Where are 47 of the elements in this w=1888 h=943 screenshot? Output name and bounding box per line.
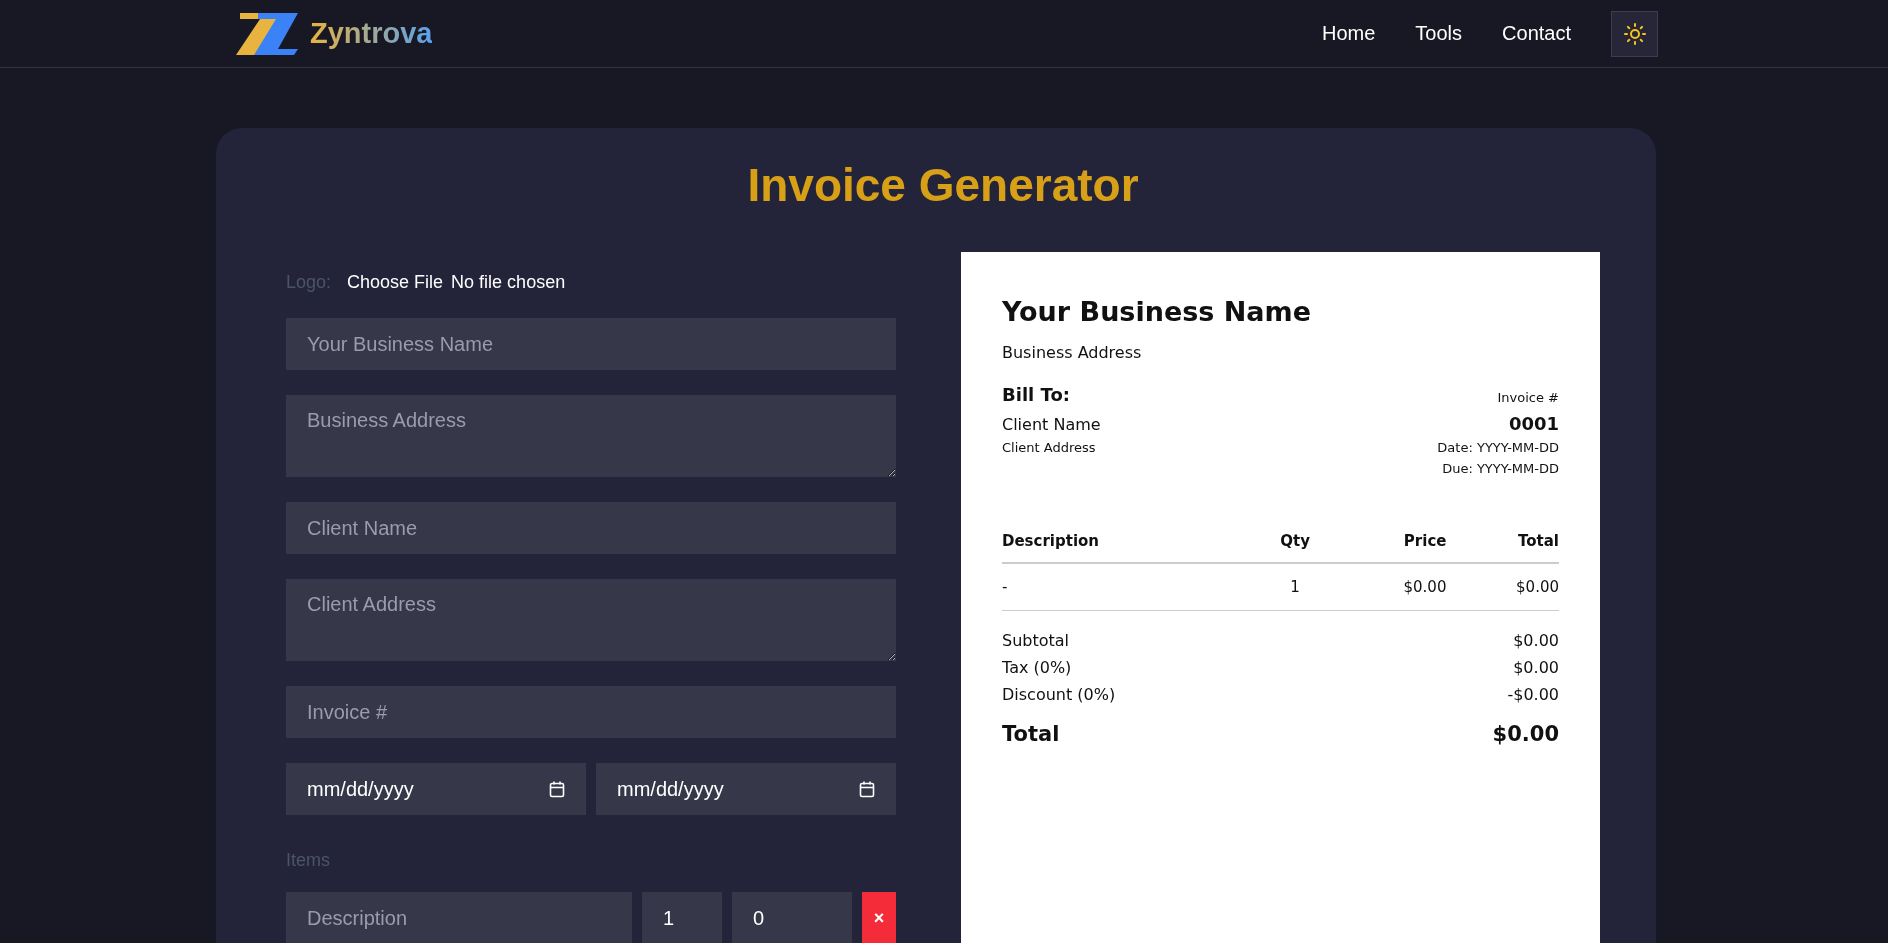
- summary-label: Tax (0%): [1002, 658, 1072, 677]
- invoice-number-label: Invoice #: [1496, 390, 1559, 405]
- summary-label: Discount (0%): [1002, 685, 1116, 704]
- nav-link[interactable]: Contact: [1502, 22, 1571, 45]
- total-label: Total: [1002, 722, 1060, 746]
- input-field[interactable]: Invoice #: [286, 686, 896, 738]
- choose-file-button[interactable]: Choose File: [347, 272, 444, 293]
- description-field[interactable]: Description: [286, 892, 632, 943]
- business-name: Your Business Name: [1002, 296, 1313, 327]
- table-cell: $0.00: [1446, 563, 1559, 611]
- date-field[interactable]: mm/dd/yyyy: [596, 763, 896, 815]
- logo-icon: [236, 10, 300, 57]
- input-field[interactable]: Your Business Name: [286, 318, 896, 370]
- file-status: No file chosen: [451, 272, 566, 293]
- column-header: Description: [1002, 526, 1257, 563]
- column-header: Total: [1446, 526, 1559, 563]
- summary-value: -$0.00: [1507, 685, 1559, 704]
- price-field[interactable]: 0: [732, 892, 852, 943]
- input-field[interactable]: Client Name: [286, 502, 896, 554]
- page-title: Invoice Generator: [746, 158, 1140, 212]
- calendar-icon: [859, 780, 875, 798]
- client-name: Client Name: [1002, 415, 1101, 434]
- nav-link[interactable]: Home: [1322, 22, 1376, 45]
- business-address: Business Address: [1002, 343, 1143, 362]
- invoice-date: Date: YYYY-MM-DD: [1437, 440, 1559, 455]
- theme-toggle-button[interactable]: [1611, 10, 1658, 57]
- summary-label: Subtotal: [1002, 631, 1070, 650]
- total-value: $0.00: [1492, 722, 1559, 746]
- table-cell: $0.00: [1333, 563, 1447, 611]
- column-header: Price: [1333, 526, 1447, 563]
- textarea-field[interactable]: Client Address: [286, 579, 896, 661]
- nav-link[interactable]: Tools: [1415, 22, 1463, 45]
- sun-icon: [1623, 22, 1646, 45]
- table-cell: 1: [1256, 563, 1334, 611]
- table-cell: -: [1002, 563, 1257, 611]
- calendar-icon: [549, 780, 565, 798]
- invoice-number: 0001: [1507, 413, 1559, 434]
- textarea-field[interactable]: Business Address: [286, 395, 896, 477]
- client-address: Client Address: [1002, 440, 1097, 455]
- bill-to-label: Bill To:: [1002, 384, 1071, 405]
- delete-item-button[interactable]: ×: [862, 892, 896, 943]
- due-date: Due: YYYY-MM-DD: [1441, 461, 1559, 476]
- date-field[interactable]: mm/dd/yyyy: [286, 763, 586, 815]
- summary-value: $0.00: [1513, 658, 1559, 677]
- quantity-field[interactable]: 1: [642, 892, 722, 943]
- column-header: Qty: [1256, 526, 1334, 563]
- summary-value: $0.00: [1513, 631, 1559, 650]
